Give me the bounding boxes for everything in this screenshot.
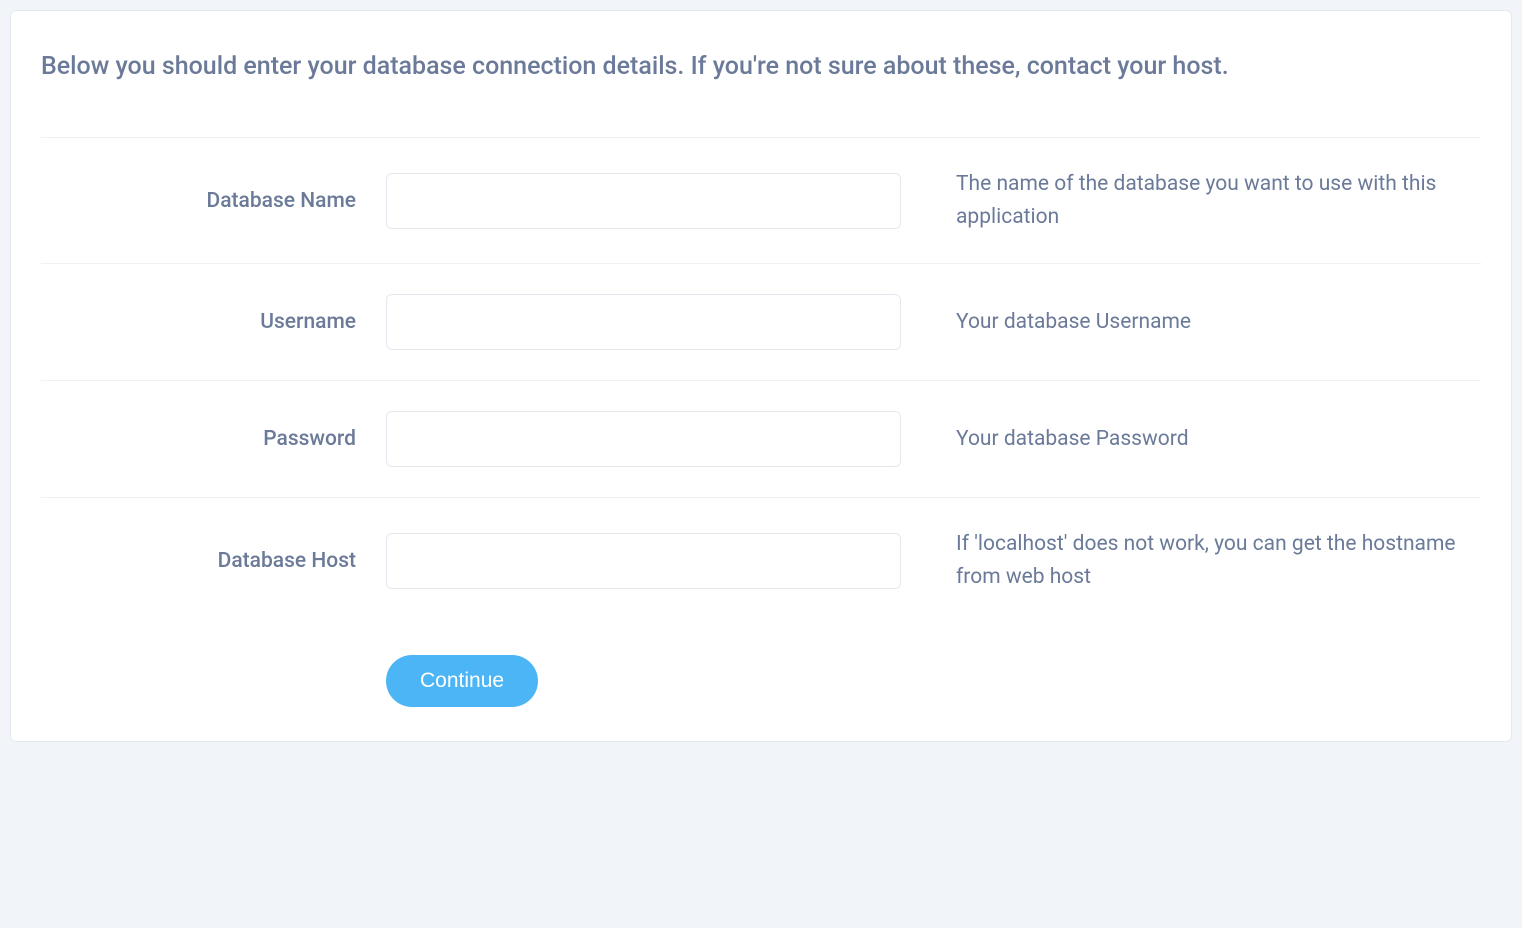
username-label: Username (260, 310, 356, 334)
input-col (386, 173, 901, 229)
database-host-help: If 'localhost' does not work, you can ge… (901, 528, 1481, 593)
password-input[interactable] (386, 411, 901, 467)
password-label: Password (263, 427, 356, 451)
action-row: Continue (41, 623, 1481, 707)
database-name-label: Database Name (206, 189, 356, 213)
continue-button[interactable]: Continue (386, 655, 538, 707)
database-host-input[interactable] (386, 533, 901, 589)
row-database-name: Database Name The name of the database y… (41, 137, 1481, 263)
input-col (386, 294, 901, 350)
input-col (386, 533, 901, 589)
database-name-input[interactable] (386, 173, 901, 229)
intro-text: Below you should enter your database con… (41, 49, 1481, 85)
label-col: Password (41, 427, 386, 451)
database-setup-card: Below you should enter your database con… (10, 10, 1512, 742)
label-col: Database Host (41, 549, 386, 573)
row-database-host: Database Host If 'localhost' does not wo… (41, 497, 1481, 623)
password-help: Your database Password (901, 423, 1481, 456)
label-col: Database Name (41, 189, 386, 213)
database-name-help: The name of the database you want to use… (901, 168, 1481, 233)
database-host-label: Database Host (218, 549, 356, 573)
row-password: Password Your database Password (41, 380, 1481, 497)
row-username: Username Your database Username (41, 263, 1481, 380)
username-help: Your database Username (901, 306, 1481, 339)
input-col (386, 411, 901, 467)
label-col: Username (41, 310, 386, 334)
username-input[interactable] (386, 294, 901, 350)
